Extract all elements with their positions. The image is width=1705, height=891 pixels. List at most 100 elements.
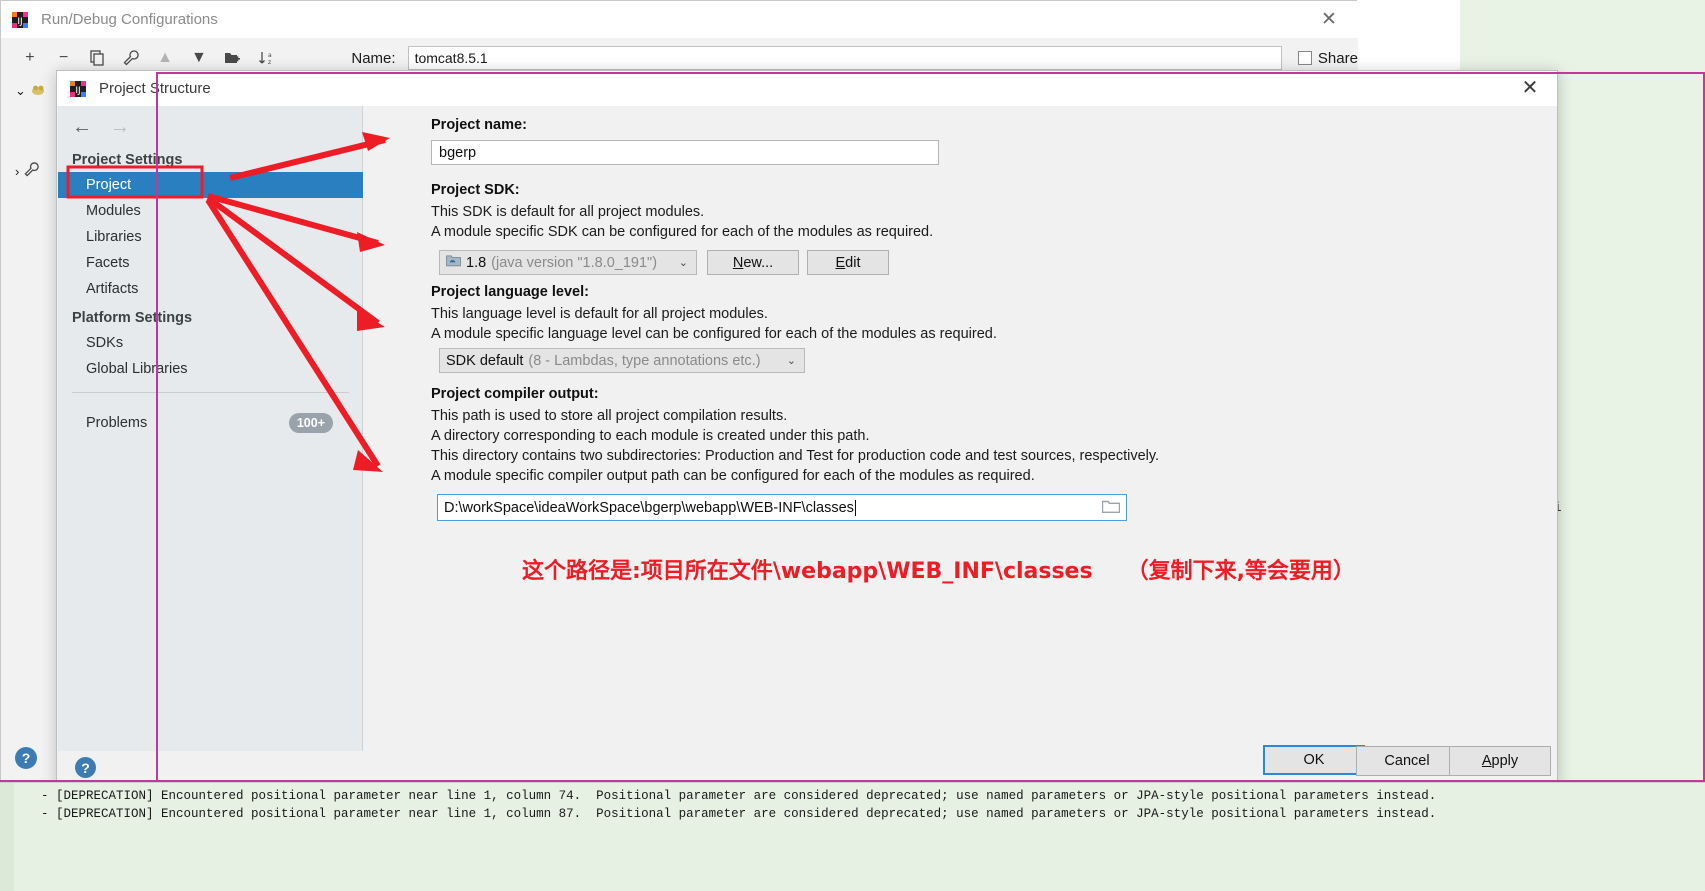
project-structure-help-button[interactable]: ?	[75, 757, 96, 778]
remove-configuration-icon[interactable]: −	[49, 44, 79, 72]
sidebar-group-project-settings: Project Settings	[72, 152, 183, 168]
compiler-output-desc-4: A module specific compiler output path c…	[431, 468, 1035, 484]
copy-configuration-icon[interactable]	[83, 44, 113, 72]
project-sdk-combobox[interactable]: 1.8 (java version "1.8.0_191") ⌄	[439, 250, 697, 275]
project-structure-sidebar: ← → Project Settings Project Modules Lib…	[58, 106, 363, 751]
sidebar-item-modules[interactable]: Modules	[58, 198, 363, 224]
sidebar-item-libraries[interactable]: Libraries	[58, 224, 363, 250]
move-up-icon[interactable]: ▲	[150, 44, 180, 72]
svg-text:a: a	[268, 52, 272, 59]
tree-row[interactable]: ⌄	[9, 78, 59, 104]
add-configuration-icon[interactable]: +	[15, 44, 45, 72]
project-structure-titlebar: IJ Project Structure ✕	[57, 71, 1557, 106]
language-level-value: SDK default	[446, 352, 524, 369]
cancel-button[interactable]: Cancel	[1356, 746, 1458, 776]
sdk-folder-icon	[446, 254, 461, 271]
tomcat-server-icon	[31, 82, 46, 100]
sdk-new-rest: ew...	[743, 254, 774, 271]
compiler-output-desc-3: This directory contains two subdirectori…	[431, 448, 1160, 464]
annotation-text-part-3: （复制下来,等会要用）	[1126, 559, 1355, 584]
project-structure-dialog: IJ Project Structure ✕ ← → Project Setti…	[56, 70, 1558, 786]
project-name-input[interactable]	[431, 140, 939, 165]
wrench-icon	[24, 162, 40, 180]
sidebar-item-artifacts[interactable]: Artifacts	[58, 276, 363, 302]
sdk-new-button[interactable]: New...	[707, 250, 799, 275]
focus-outline-bottom	[0, 780, 1705, 782]
compiler-output-path-value: D:\workSpace\ideaWorkSpace\bgerp\webapp\…	[444, 499, 854, 516]
sidebar-item-project[interactable]: Project	[58, 172, 363, 198]
close-icon[interactable]: ✕	[1519, 78, 1541, 100]
chevron-down-icon[interactable]: ⌄	[679, 256, 688, 269]
console-gutter	[0, 783, 14, 891]
svg-text:IJ: IJ	[75, 86, 80, 96]
run-debug-title: Run/Debug Configurations	[41, 11, 218, 28]
svg-text:z: z	[268, 59, 271, 66]
sidebar-item-problems-label: Problems	[86, 415, 148, 431]
project-sdk-detail: (java version "1.8.0_191")	[491, 254, 658, 271]
forward-arrow-icon[interactable]: →	[110, 117, 130, 137]
chevron-down-icon[interactable]: ⌄	[15, 83, 26, 99]
console-line: - [DEPRECATION] Encountered positional p…	[26, 807, 1437, 821]
tree-row[interactable]: ›	[9, 158, 59, 184]
share-checkbox[interactable]	[1297, 51, 1312, 65]
sdk-edit-rest: dit	[845, 254, 861, 271]
focus-outline-left	[156, 72, 158, 782]
compiler-output-label: Project compiler output:	[431, 386, 599, 402]
edit-templates-wrench-icon[interactable]	[116, 44, 146, 72]
sdk-edit-mnemonic: E	[835, 254, 846, 271]
sort-alphabetically-icon[interactable]: a z	[252, 44, 282, 72]
project-sdk-value: 1.8	[466, 254, 487, 271]
share-label: Share	[1317, 49, 1358, 67]
console-log-panel[interactable]: - [DEPRECATION] Encountered positional p…	[0, 782, 1705, 891]
language-level-label: Project language level:	[431, 284, 589, 300]
run-debug-help-button[interactable]: ?	[15, 747, 37, 769]
annotation-text-part-2: \webapp\WEB_INF\classes	[772, 559, 1093, 584]
sdk-edit-button[interactable]: Edit	[807, 250, 889, 275]
focus-outline-top	[156, 72, 1705, 74]
annotation-text: 这个路径是:项目所在文件\webapp\WEB_INF\classes （复制下来…	[522, 553, 1355, 585]
sidebar-group-platform-settings: Platform Settings	[72, 310, 193, 326]
svg-text:IJ: IJ	[17, 17, 22, 27]
annotation-text-part-1: 这个路径是:项目所在文件	[522, 559, 773, 584]
sdk-new-mnemonic: N	[732, 254, 744, 271]
new-folder-icon[interactable]	[218, 44, 248, 72]
compiler-output-desc-1: This path is used to store all project c…	[431, 408, 788, 424]
problems-count-badge: 100+	[288, 413, 333, 433]
intellij-idea-icon: IJ	[11, 11, 29, 29]
sidebar-item-sdks[interactable]: SDKs	[58, 330, 363, 356]
project-structure-title: Project Structure	[99, 80, 211, 97]
project-structure-content: Project name: Project SDK: This SDK is d…	[363, 106, 1557, 751]
compiler-output-path-input[interactable]: D:\workSpace\ideaWorkSpace\bgerp\webapp\…	[437, 494, 1127, 521]
screen-root: d, ti IJ Run/Debug Configurations ✕ + −	[0, 0, 1705, 891]
sidebar-item-facets[interactable]: Facets	[58, 250, 363, 276]
language-level-detail: (8 - Lambdas, type annotations etc.)	[528, 352, 761, 369]
share-checkbox-group[interactable]: Share	[1297, 49, 1358, 67]
text-caret	[854, 499, 856, 516]
chevron-right-icon[interactable]: ›	[15, 164, 19, 179]
sidebar-item-problems[interactable]: Problems 100+	[58, 409, 363, 437]
chevron-down-icon[interactable]: ⌄	[787, 354, 796, 367]
console-line: - [DEPRECATION] Encountered positional p…	[26, 789, 1437, 803]
project-sdk-desc-1: This SDK is default for all project modu…	[431, 204, 705, 220]
sidebar-divider	[72, 392, 349, 393]
close-icon[interactable]: ✕	[1318, 9, 1340, 31]
ok-button[interactable]: OK	[1263, 745, 1365, 775]
run-debug-titlebar: IJ Run/Debug Configurations ✕	[1, 1, 1358, 38]
project-sdk-label: Project SDK:	[431, 182, 520, 198]
intellij-idea-icon: IJ	[69, 80, 87, 98]
language-level-combobox[interactable]: SDK default (8 - Lambdas, type annotatio…	[439, 348, 805, 373]
project-sdk-desc-2: A module specific SDK can be configured …	[431, 224, 934, 240]
apply-rest: pply	[1491, 753, 1519, 769]
run-debug-config-tree: ⌄ ›	[9, 78, 59, 718]
apply-mnemonic: A	[1481, 753, 1492, 769]
folder-icon[interactable]	[1101, 499, 1121, 515]
sidebar-item-global-libraries[interactable]: Global Libraries	[58, 356, 363, 382]
move-down-icon[interactable]: ▼	[184, 44, 214, 72]
sidebar-nav-row: ← →	[58, 106, 363, 148]
language-level-desc-2: A module specific language level can be …	[431, 326, 997, 342]
configuration-name-input[interactable]	[407, 46, 1282, 70]
apply-button[interactable]: Apply	[1449, 746, 1551, 776]
language-level-desc-1: This language level is default for all p…	[431, 306, 768, 322]
back-arrow-icon[interactable]: ←	[72, 117, 92, 137]
project-name-label: Project name:	[431, 117, 527, 133]
